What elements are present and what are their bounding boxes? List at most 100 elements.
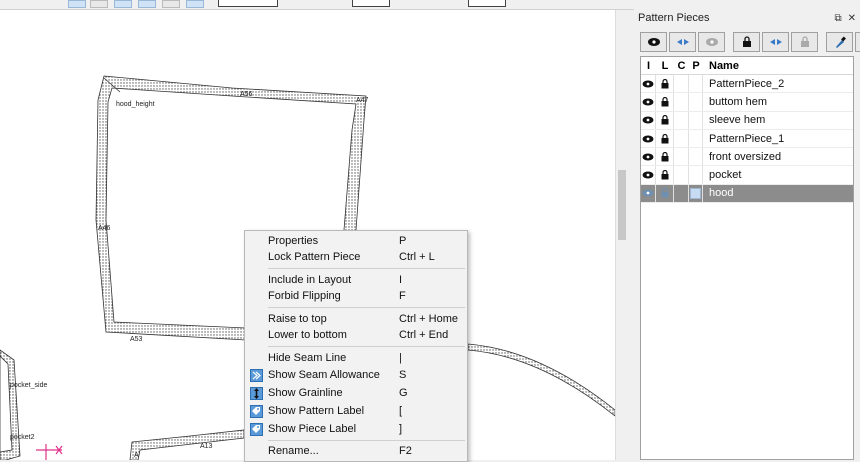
visibility-toggle[interactable] [641, 93, 656, 111]
tool-button-3[interactable] [114, 0, 132, 8]
lock-toggle[interactable] [656, 129, 674, 148]
toolbar-field-3[interactable] [468, 0, 506, 7]
close-dock-icon[interactable]: ✕ [848, 13, 856, 24]
piece-name: PatternPiece_2 [709, 77, 785, 90]
table-row[interactable]: PatternPiece_1 [641, 129, 853, 149]
print-cell[interactable] [689, 148, 703, 166]
color-cell[interactable] [674, 93, 689, 111]
menu-item-show-pattern-label[interactable]: Show Pattern Label[ [245, 403, 467, 419]
color-cell[interactable] [674, 75, 689, 93]
menu-separator [268, 307, 465, 308]
lock-toggle[interactable] [656, 148, 674, 166]
header-name[interactable]: Name [703, 57, 853, 74]
eye-icon [647, 38, 660, 46]
scrollbar-thumb[interactable] [618, 170, 626, 240]
table-row[interactable]: pocket [641, 166, 853, 185]
swap-arrows-icon [676, 39, 689, 45]
print-cell[interactable] [689, 111, 703, 129]
tool-button-1[interactable] [68, 0, 86, 8]
swap-arrows-icon [769, 39, 782, 45]
menu-item-raise-to-top[interactable]: Raise to top Ctrl + Home [245, 311, 467, 327]
menu-item-forbid-flipping[interactable]: Forbid Flipping F [245, 288, 467, 304]
invert-visibility-button[interactable] [669, 32, 696, 52]
menu-item-rename[interactable]: Rename... F2 [245, 443, 467, 459]
menu-item-include-in-layout[interactable]: Include in Layout I [245, 272, 467, 288]
lock-icon [742, 36, 751, 47]
menu-item-properties[interactable]: Properties P [245, 233, 467, 249]
label-pocket-side: pocket_side [10, 382, 47, 389]
visibility-toggle[interactable] [641, 111, 656, 129]
print-cell[interactable] [689, 93, 703, 111]
menu-item-show-piece-label[interactable]: Show Piece Label] [245, 421, 467, 437]
menu-item-lower-to-bottom[interactable]: Lower to bottom Ctrl + End [245, 327, 467, 343]
label-a53: A53 [130, 336, 143, 343]
menu-item-show-seam-allowance[interactable]: Show Seam Allowance S [245, 367, 467, 383]
piece-name: PatternPiece_1 [709, 132, 785, 145]
color-cell[interactable] [674, 148, 689, 166]
visibility-toggle[interactable] [641, 166, 656, 184]
lock-toggle[interactable] [656, 166, 674, 184]
float-dock-icon[interactable]: ⧉ [834, 13, 841, 24]
menu-item-hide-seam-line[interactable]: Hide Seam Line | [245, 350, 467, 366]
menu-item-lock-pattern-piece[interactable]: Lock Pattern Piece Ctrl + L [245, 249, 467, 265]
header-p[interactable]: P [689, 57, 703, 74]
toolbar-field-1[interactable] [218, 0, 278, 7]
canvas-vertical-scrollbar[interactable] [615, 10, 628, 460]
edit-color-button[interactable] [855, 32, 860, 52]
print-cell[interactable] [689, 129, 703, 148]
lock-toggle[interactable] [656, 93, 674, 111]
lock-icon [661, 188, 668, 198]
visibility-toggle[interactable] [641, 75, 656, 93]
tool-button-6[interactable] [186, 0, 204, 8]
eyedropper-icon [835, 36, 846, 48]
eye-icon [642, 189, 654, 197]
color-cell[interactable] [674, 129, 689, 148]
label-hood-height: hood_height [116, 101, 155, 108]
toolbar-field-2[interactable] [352, 0, 390, 7]
table-row[interactable]: sleeve hem [641, 111, 853, 130]
header-l[interactable]: L [656, 57, 674, 74]
header-i[interactable]: I [641, 57, 656, 74]
color-cell[interactable] [674, 111, 689, 129]
eye-icon [642, 171, 654, 179]
piece-name: buttom hem [709, 95, 768, 108]
table-row[interactable]: front oversized [641, 148, 853, 167]
origin-marker [36, 444, 63, 460]
visibility-toggle[interactable] [641, 129, 656, 148]
table-row[interactable]: PatternPiece_2 [641, 75, 853, 94]
visibility-toggle[interactable] [641, 184, 656, 203]
dock-controls: ⧉ ✕ [834, 13, 856, 24]
tool-button-2[interactable] [90, 0, 108, 8]
table-row[interactable]: hood [641, 184, 853, 204]
invert-lock-button[interactable] [762, 32, 789, 52]
hide-all-button[interactable] [698, 32, 725, 52]
lock-icon [661, 78, 668, 89]
lock-toggle[interactable] [656, 75, 674, 93]
header-c[interactable]: C [674, 57, 689, 74]
lock-all-button[interactable] [733, 32, 760, 52]
tool-button-4[interactable] [138, 0, 156, 8]
lock-toggle[interactable] [656, 184, 674, 203]
print-cell[interactable] [689, 184, 703, 203]
print-cell[interactable] [689, 75, 703, 93]
eye-icon [642, 98, 654, 106]
curve-piece [467, 343, 615, 417]
color-picker-button[interactable] [826, 32, 853, 52]
visibility-toggle[interactable] [641, 148, 656, 166]
seam-allowance-icon [249, 368, 263, 382]
print-cell[interactable] [689, 166, 703, 184]
unlock-all-button[interactable] [791, 32, 818, 52]
menu-separator [268, 440, 465, 441]
color-cell[interactable] [674, 184, 689, 203]
dock-title: Pattern Pieces [638, 12, 710, 24]
table-row[interactable]: buttom hem [641, 93, 853, 112]
lock-toggle[interactable] [656, 111, 674, 129]
pattern-pieces-dock: Pattern Pieces ⧉ ✕ I L C P Name PatternP… [634, 10, 860, 460]
color-cell[interactable] [674, 166, 689, 184]
tool-button-5[interactable] [162, 0, 180, 8]
table-body: PatternPiece_2buttom hem sleeve hem Patter… [641, 75, 853, 204]
bottom-piece [129, 429, 245, 460]
show-all-button[interactable] [640, 32, 667, 52]
menu-item-show-grainline[interactable]: Show Grainline G [245, 385, 467, 401]
menu-separator [268, 268, 465, 269]
